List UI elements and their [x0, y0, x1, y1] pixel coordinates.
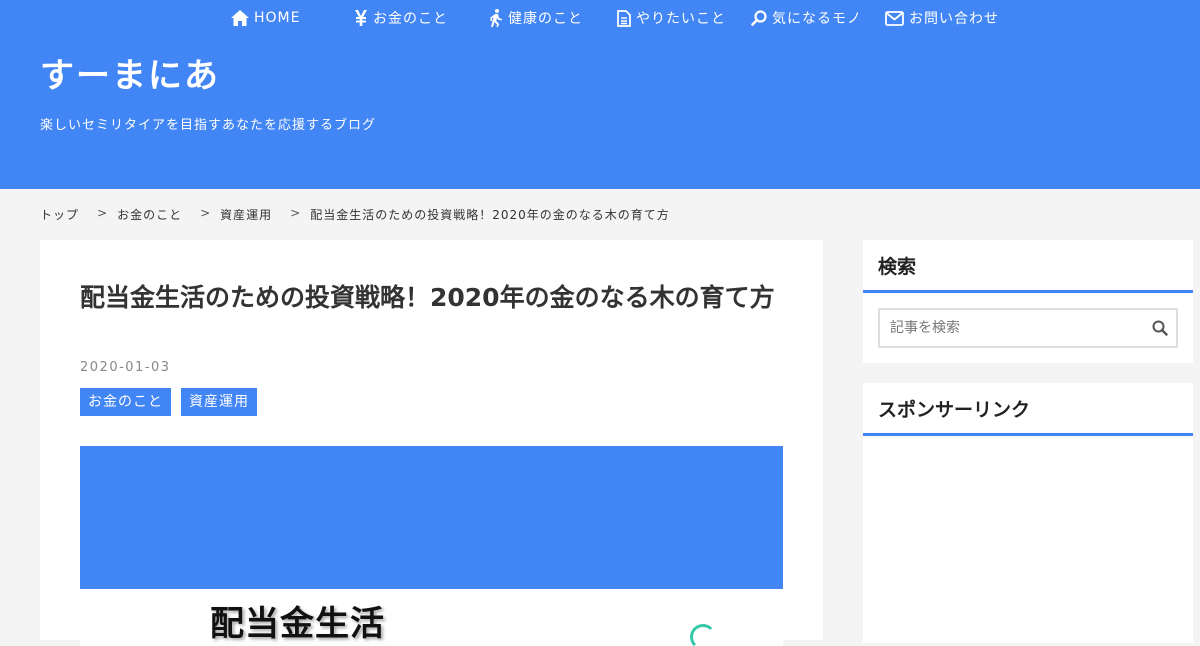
search-widget: 検索: [863, 240, 1193, 363]
document-icon: [617, 9, 631, 27]
nav-item-contact[interactable]: お問い合わせ: [885, 7, 999, 29]
breadcrumb-item-investment[interactable]: 資産運用: [220, 206, 272, 223]
breadcrumb-separator: >: [290, 206, 301, 220]
nav-item-label: 健康のこと: [508, 11, 583, 27]
search-icon: [751, 10, 767, 26]
nav-item-label: やりたいこと: [636, 11, 726, 27]
eyecatch-image: 配当金生活: [80, 446, 783, 646]
site-title[interactable]: すーまにあ: [40, 48, 220, 97]
breadcrumb: トップ > お金のこと > 資産運用 > 配当金生活のための投資戦略！2020年…: [40, 206, 670, 223]
breadcrumb-separator: >: [200, 206, 211, 220]
nav-item-label: 気になるモノ: [772, 11, 862, 27]
nav-item-health[interactable]: 健康のこと: [489, 7, 583, 29]
global-nav: HOME お金のこと 健康のこと やりたいこと 気になるモノ お問い合わせ: [0, 0, 1200, 36]
sponsor-widget-title: スポンサーリンク: [863, 383, 1193, 436]
search-input[interactable]: [890, 320, 1140, 336]
nav-item-label: お金のこと: [373, 11, 448, 27]
search-widget-title: 検索: [863, 240, 1193, 293]
category-badge-money[interactable]: お金のこと: [80, 388, 171, 416]
nav-item-interests[interactable]: 気になるモノ: [751, 7, 862, 29]
site-header: HOME お金のこと 健康のこと やりたいこと 気になるモノ お問い合わせ すー…: [0, 0, 1200, 189]
search-box: [878, 308, 1178, 348]
search-icon: [1152, 320, 1168, 336]
eyecatch-decoration: [690, 624, 716, 646]
breadcrumb-item-money[interactable]: お金のこと: [117, 206, 182, 223]
post-date: 2020-01-03: [80, 360, 171, 375]
nav-item-home[interactable]: HOME: [231, 7, 300, 29]
yen-icon: [355, 10, 367, 26]
nav-item-money[interactable]: お金のこと: [354, 7, 448, 29]
site-description: 楽しいセミリタイアを目指すあなたを応援するブログ: [40, 118, 377, 133]
home-icon: [231, 10, 249, 26]
nav-item-label: HOME: [254, 10, 301, 26]
mail-icon: [885, 10, 904, 26]
nav-item-label: お問い合わせ: [909, 11, 999, 27]
eyecatch-band: [80, 446, 783, 589]
category-badge-investment[interactable]: 資産運用: [181, 388, 257, 416]
eyecatch-text: 配当金生活: [210, 604, 385, 644]
sponsor-widget: スポンサーリンク: [863, 383, 1193, 643]
breadcrumb-separator: >: [97, 206, 108, 220]
article: 配当金生活のための投資戦略！2020年の金のなる木の育て方 2020-01-03…: [40, 240, 823, 646]
walking-icon: [490, 9, 502, 27]
breadcrumb-item-top[interactable]: トップ: [40, 206, 79, 223]
post-categories: お金のこと 資産運用: [80, 388, 257, 416]
post-title: 配当金生活のための投資戦略！2020年の金のなる木の育て方: [80, 283, 775, 312]
nav-item-todo[interactable]: やりたいこと: [617, 7, 726, 29]
breadcrumb-item-current: 配当金生活のための投資戦略！2020年の金のなる木の育て方: [310, 208, 670, 222]
search-button[interactable]: [1152, 320, 1168, 340]
